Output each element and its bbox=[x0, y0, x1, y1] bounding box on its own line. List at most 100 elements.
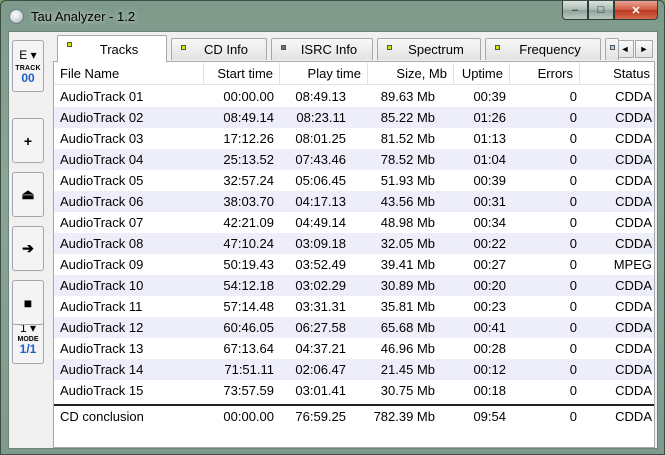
cell-status: CDDA bbox=[615, 152, 652, 167]
tab-scroll-right-button[interactable]: ► bbox=[635, 40, 653, 58]
tab-label: CD Info bbox=[203, 42, 249, 57]
cell-size-mb: 21.45 Mb bbox=[380, 362, 435, 377]
column-header[interactable]: Status bbox=[580, 63, 654, 85]
cell-errors: 0 bbox=[569, 257, 577, 272]
table-row[interactable]: AudioTrack 11 57:14.48 03:31.31 35.81 Mb 00:… bbox=[54, 296, 654, 317]
tab-overflow[interactable] bbox=[605, 38, 619, 60]
table-row[interactable]: AudioTrack 14 71:51.11 02:06.47 21.45 Mb 00:… bbox=[54, 359, 654, 380]
table-row[interactable]: AudioTrack 13 67:13.64 04:37.21 46.96 Mb 00:… bbox=[54, 338, 654, 359]
cell-uptime: 00:22 bbox=[473, 236, 506, 251]
status-led-icon bbox=[610, 45, 615, 50]
maximize-button[interactable]: □ bbox=[588, 1, 614, 20]
cell-size-mb: 85.22 Mb bbox=[380, 110, 435, 125]
cell-status: CDDA bbox=[615, 320, 652, 335]
side-toolbar: E ▾ TRACK 00 1 ▾ MODE 1/1 + ⏏ ➔ ■ bbox=[11, 36, 47, 446]
stop-button[interactable]: ■ bbox=[12, 280, 44, 325]
cell-start-time: 00:00.00 bbox=[223, 89, 274, 104]
summary-row[interactable]: CD conclusion 00:00.00 76:59.25 782.39 Mb 09… bbox=[54, 406, 654, 427]
cell-uptime: 00:39 bbox=[473, 173, 506, 188]
cell-size-mb: 78.52 Mb bbox=[380, 152, 435, 167]
cell-errors: 0 bbox=[569, 341, 577, 356]
cell-file-name: AudioTrack 06 bbox=[60, 194, 144, 209]
cell-play-time: 04:17.13 bbox=[295, 194, 346, 209]
cell-file-name: AudioTrack 15 bbox=[60, 383, 144, 398]
cell-play-time: 03:01.41 bbox=[295, 383, 346, 398]
cell-status: CDDA bbox=[615, 110, 652, 125]
column-header[interactable]: Errors bbox=[510, 63, 580, 85]
column-header[interactable]: Size, Mb bbox=[368, 63, 454, 85]
tab-isrc-info[interactable]: ISRC Info bbox=[271, 38, 373, 60]
status-led-icon bbox=[387, 45, 392, 50]
add-icon: + bbox=[23, 132, 33, 149]
cell-start-time: 57:14.48 bbox=[223, 299, 274, 314]
cell-file-name: AudioTrack 08 bbox=[60, 236, 144, 251]
cell-size-mb: 30.89 Mb bbox=[380, 278, 435, 293]
cell-play-time: 08:23.11 bbox=[296, 110, 346, 125]
cell-uptime: 00:12 bbox=[473, 362, 506, 377]
cell-start-time: 73:57.59 bbox=[223, 383, 274, 398]
cell-status: CDDA bbox=[615, 341, 652, 356]
cell-play-time: 07:43.46 bbox=[295, 152, 346, 167]
track-number: 00 bbox=[21, 71, 35, 85]
table-row[interactable]: AudioTrack 10 54:12.18 03:02.29 30.89 Mb 00:… bbox=[54, 275, 654, 296]
table-row[interactable]: AudioTrack 08 47:10.24 03:09.18 32.05 Mb 00:… bbox=[54, 233, 654, 254]
cell-play-time: 03:52.49 bbox=[295, 257, 346, 272]
table-row[interactable]: AudioTrack 05 32:57.24 05:06.45 51.93 Mb 00:… bbox=[54, 170, 654, 191]
cell-status: CDDA bbox=[615, 383, 652, 398]
cell-errors: 0 bbox=[569, 236, 577, 251]
tracks-grid[interactable]: File Name Start time Play time Size, Mb Upti… bbox=[53, 61, 655, 448]
close-button[interactable]: ✕ bbox=[614, 1, 658, 20]
column-header[interactable]: Uptime bbox=[454, 63, 510, 85]
cell-start-time: 38:03.70 bbox=[223, 194, 274, 209]
cell-play-time: 03:31.31 bbox=[295, 299, 346, 314]
column-header[interactable]: File Name bbox=[54, 63, 204, 85]
table-row[interactable]: AudioTrack 04 25:13.52 07:43.46 78.52 Mb 01:… bbox=[54, 149, 654, 170]
next-button[interactable]: ➔ bbox=[12, 226, 44, 271]
table-row[interactable]: AudioTrack 15 73:57.59 03:01.41 30.75 Mb 00:… bbox=[54, 380, 654, 401]
cell-status: CDDA bbox=[615, 89, 652, 104]
cell-file-name: AudioTrack 14 bbox=[60, 362, 144, 377]
cell-errors: 0 bbox=[569, 362, 577, 377]
table-row[interactable]: AudioTrack 09 50:19.43 03:52.49 39.41 Mb 00:… bbox=[54, 254, 654, 275]
cell-file-name: AudioTrack 13 bbox=[60, 341, 144, 356]
tab-label: Tracks bbox=[99, 41, 139, 57]
cell-file-name: AudioTrack 05 bbox=[60, 173, 144, 188]
title-bar[interactable]: Tau Analyzer - 1.2 – □ ✕ bbox=[1, 1, 664, 31]
cell-file-name: AudioTrack 02 bbox=[60, 110, 144, 125]
table-row[interactable]: AudioTrack 07 42:21.09 04:49.14 48.98 Mb 00:… bbox=[54, 212, 654, 233]
table-row[interactable]: AudioTrack 02 08:49.14 08:23.11 85.22 Mb 01:… bbox=[54, 107, 654, 128]
tab-label: Spectrum bbox=[408, 42, 464, 57]
cell-size-mb: 46.96 Mb bbox=[380, 341, 435, 356]
arrow-left-icon: ◄ bbox=[620, 44, 630, 54]
table-row[interactable]: AudioTrack 06 38:03.70 04:17.13 43.56 Mb 00:… bbox=[54, 191, 654, 212]
close-icon: ✕ bbox=[631, 4, 641, 17]
cell-uptime: 00:23 bbox=[473, 299, 506, 314]
eject-icon: ⏏ bbox=[21, 186, 35, 202]
minimize-button[interactable]: – bbox=[562, 1, 588, 20]
app-window: Tau Analyzer - 1.2 – □ ✕ E ▾ TRACK 00 1 … bbox=[0, 0, 665, 455]
table-row[interactable]: AudioTrack 01 00:00.00 08:49.13 89.63 Mb 00:… bbox=[54, 86, 654, 107]
cell-errors: 0 bbox=[569, 194, 577, 209]
tab-frequency[interactable]: Frequency bbox=[485, 38, 601, 60]
cell-uptime: 01:04 bbox=[473, 152, 506, 167]
cell-play-time: 04:49.14 bbox=[295, 215, 346, 230]
tab-strip: ◄ ► Tracks CD Info ISRC Info Spectrum Freque… bbox=[53, 35, 655, 62]
cell-start-time: 67:13.64 bbox=[223, 341, 274, 356]
table-row[interactable]: AudioTrack 12 60:46.05 06:27.58 65.68 Mb 00:… bbox=[54, 317, 654, 338]
cell-uptime: 09:54 bbox=[473, 409, 506, 424]
table-row[interactable]: AudioTrack 03 17:12.26 08:01.25 81.52 Mb 01:… bbox=[54, 128, 654, 149]
app-icon[interactable] bbox=[9, 9, 24, 24]
tab-cd-info[interactable]: CD Info bbox=[171, 38, 267, 60]
tab-spectrum[interactable]: Spectrum bbox=[377, 38, 481, 60]
window-title: Tau Analyzer - 1.2 bbox=[31, 9, 136, 24]
add-button[interactable]: + bbox=[12, 118, 44, 163]
caption-buttons: – □ ✕ bbox=[562, 1, 658, 21]
column-header[interactable]: Play time bbox=[280, 63, 368, 85]
column-header[interactable]: Start time bbox=[204, 63, 280, 85]
tab-tracks[interactable]: Tracks bbox=[57, 35, 167, 62]
eject-button[interactable]: ⏏ bbox=[12, 172, 44, 217]
cell-errors: 0 bbox=[569, 173, 577, 188]
minimize-icon: – bbox=[571, 4, 579, 16]
cell-status: CDDA bbox=[615, 278, 652, 293]
drive-selector[interactable]: E ▾ TRACK 00 bbox=[12, 40, 44, 92]
